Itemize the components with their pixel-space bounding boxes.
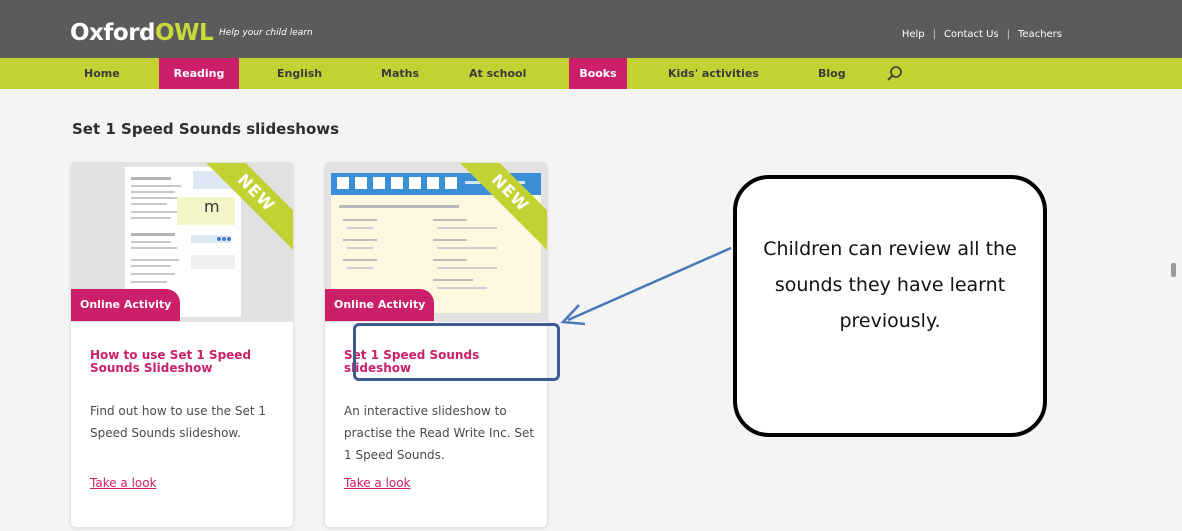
scroll-edge-indicator [1171, 263, 1176, 277]
annotation-callout: Children can review all the sounds they … [733, 175, 1047, 437]
callout-text: Children can review all the sounds they … [763, 238, 1017, 332]
